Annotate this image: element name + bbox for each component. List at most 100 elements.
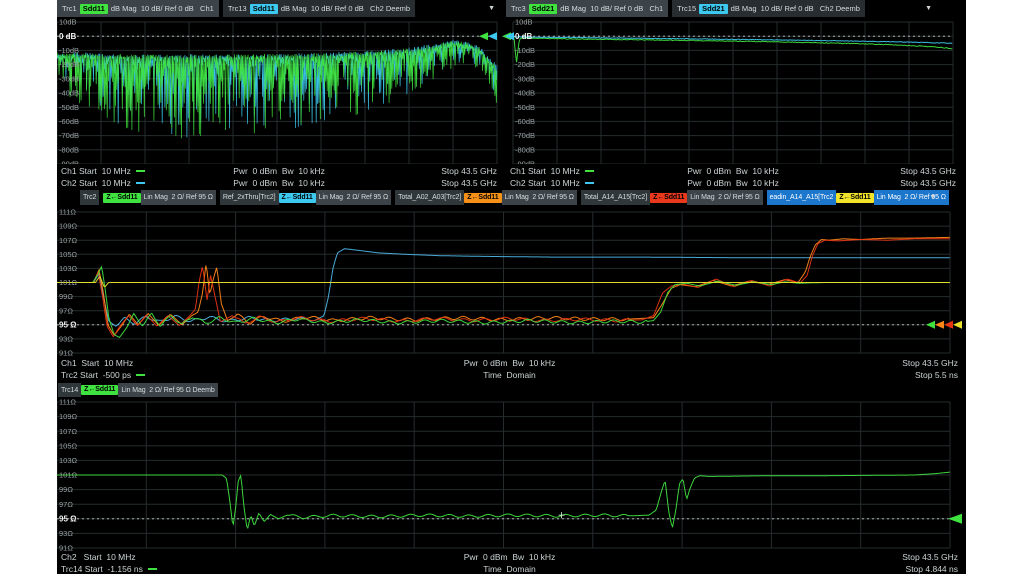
- svg-text:-30dB: -30dB: [59, 74, 79, 83]
- dropdown-arrow-icon[interactable]: ▼: [929, 194, 936, 201]
- trace-settings: dB Mag 10 dB/ Ref 0 dB Ch2 Deemb: [731, 4, 860, 13]
- trace-header-top-left: Trc1 Sdd11 dB Mag 10 dB/ Ref 0 dB Ch1 Tr…: [57, 0, 501, 17]
- trace-tab-deembedding-a14-a15-selected[interactable]: eadin_A14_A15[Trc2 Z←Sdd11 Lin Mag 2 Ω/ …: [767, 190, 949, 205]
- impedance-tdr-deembedded-plot[interactable]: 111Ω109Ω107Ω105Ω103Ω101Ω99Ω97Ω95 Ω93Ω91Ω: [57, 397, 966, 551]
- ch1-stop: Stop 43.5 GHz: [779, 166, 956, 176]
- trace-tab-ref-2xthru[interactable]: Ref_2xThru[Trc2] Z←Sdd11 Lin Mag 2 Ω/ Re…: [220, 190, 391, 205]
- ch1-power-bw: Pwr 0 dBm Bw 10 kHz: [233, 166, 325, 176]
- sdd11-frequency-plot[interactable]: 10dB0 dB-10dB-20dB-30dB-40dB-50dB-60dB-7…: [57, 17, 501, 164]
- trace-color-indicator: [136, 182, 145, 184]
- trace-param-chip: Z←Sdd11: [464, 193, 501, 203]
- trace-tab-total-a02-a03[interactable]: Total_A02_A03[Trc2] Z←Sdd11 Lin Mag 2 Ω/…: [395, 190, 577, 205]
- svg-text:0 dB: 0 dB: [515, 32, 533, 41]
- time-domain-label: Time Domain: [483, 564, 536, 574]
- trace-color-indicator: [136, 170, 145, 172]
- svg-text:-40dB: -40dB: [59, 89, 79, 98]
- svg-text:93Ω: 93Ω: [59, 335, 73, 344]
- trace-tab-trc15[interactable]: Trc15 Sdd21 dB Mag 10 dB/ Ref 0 dB Ch2 D…: [672, 0, 865, 17]
- ch2-power-bw: Pwr 0 dBm Bw 10 kHz: [464, 552, 556, 562]
- svg-text:109Ω: 109Ω: [59, 412, 78, 421]
- ch2-start: Ch2 Start 10 MHz: [61, 552, 136, 562]
- svg-text:-20dB: -20dB: [59, 60, 79, 69]
- trace-settings: Lin Mag 2 Ω/ Ref 95 Ω: [502, 190, 577, 205]
- svg-text:103Ω: 103Ω: [59, 456, 78, 465]
- sdd21-frequency-plot[interactable]: 10dB0 dB-10dB-20dB-30dB-40dB-50dB-60dB-7…: [500, 17, 966, 164]
- trace-settings: dB Mag 10 dB/ Ref 0 dB Ch1: [111, 4, 214, 13]
- trace-settings: Lin Mag 2 Ω/ Ref 95 Ω: [874, 190, 949, 205]
- ch2-stop: Stop 43.5 GHz: [325, 178, 497, 188]
- trace-param-chip: Z←Sdd11: [836, 193, 873, 203]
- trace-tab-trc1[interactable]: Trc1 Sdd11 dB Mag 10 dB/ Ref 0 dB Ch1: [57, 0, 219, 17]
- trace-color-indicator: [148, 568, 157, 570]
- ch2-stop: Stop 43.5 GHz: [779, 178, 956, 188]
- svg-text:111Ω: 111Ω: [59, 208, 76, 217]
- trace-param-chip: Sdd21: [699, 4, 728, 14]
- trace-header-middle: Trc2 Z←Sdd11 Lin Mag 2 Ω/ Ref 95 Ω Ref_2…: [57, 190, 966, 205]
- svg-text:99Ω: 99Ω: [59, 292, 73, 301]
- trace-color-indicator: [136, 374, 145, 376]
- svg-text:95 Ω: 95 Ω: [59, 514, 77, 523]
- trace-header-bottom: Trc14 Z←Sdd11 Lin Mag 2 Ω/ Ref 95 Ω Deem…: [57, 383, 966, 397]
- ch1-power-bw: Pwr 0 dBm Bw 10 kHz: [687, 166, 779, 176]
- channel-footer-bottom: Ch2 Start 10 MHz Pwr 0 dBm Bw 10 kHz Sto…: [57, 551, 962, 575]
- svg-text:97Ω: 97Ω: [59, 500, 73, 509]
- svg-text:-70dB: -70dB: [59, 131, 79, 140]
- memory-trace-name: eadin_A14_A15[Trc2: [767, 190, 837, 205]
- trace-param-chip: Sdd11: [80, 4, 108, 14]
- svg-text:99Ω: 99Ω: [59, 485, 73, 494]
- memory-trace-name: Total_A14_A15[Trc2]: [581, 190, 650, 205]
- ch1-start: Ch1 Start 10 MHz: [61, 166, 131, 176]
- impedance-tdr-plot[interactable]: 111Ω109Ω107Ω105Ω103Ω101Ω99Ω97Ω95 Ω93Ω91Ω: [57, 206, 966, 357]
- ch2-power-bw: Pwr 0 dBm Bw 10 kHz: [687, 178, 779, 188]
- svg-text:-30dB: -30dB: [515, 74, 535, 83]
- svg-text:107Ω: 107Ω: [59, 236, 78, 245]
- svg-text:-90dB: -90dB: [515, 160, 535, 164]
- svg-text:-90dB: -90dB: [59, 160, 79, 164]
- trace-color-indicator: [585, 182, 594, 184]
- trace-tab-trc13[interactable]: Trc13 Sdd11 dB Mag 10 dB/ Ref 0 dB Ch2 D…: [223, 0, 415, 17]
- trace-param-chip: Z←Sdd11: [279, 193, 316, 203]
- ch2-stop: Stop 43.5 GHz: [555, 552, 958, 562]
- svg-text:0 dB: 0 dB: [59, 32, 77, 41]
- trace-param-chip: Z←Sdd11: [81, 385, 118, 395]
- trace-tab-trc2-label[interactable]: Trc2: [80, 190, 99, 205]
- trc14-stop: Stop 4.844 ns: [536, 564, 958, 574]
- svg-text:91Ω: 91Ω: [59, 544, 73, 551]
- trace-tab-total-a14-a15[interactable]: Total_A14_A15[Trc2] Z←Sdd11 Lin Mag 2 Ω/…: [581, 190, 763, 205]
- time-domain-label: Time Domain: [483, 370, 536, 380]
- ch2-power-bw: Pwr 0 dBm Bw 10 kHz: [233, 178, 325, 188]
- svg-text:91Ω: 91Ω: [59, 349, 73, 357]
- trace-settings: dB Mag 10 dB/ Ref 0 dB Ch2 Deemb: [281, 4, 410, 13]
- svg-text:-80dB: -80dB: [59, 145, 79, 154]
- analyzer-display: Trc1 Sdd11 dB Mag 10 dB/ Ref 0 dB Ch1 Tr…: [57, 0, 966, 574]
- trace-tab-trc3[interactable]: Trc3 Sdd21 dB Mag 10 dB/ Ref 0 dB Ch1: [506, 0, 668, 17]
- dropdown-arrow-icon[interactable]: ▼: [488, 5, 495, 12]
- svg-text:10dB: 10dB: [59, 18, 77, 27]
- trace-param-chip: Z←Sdd11: [103, 193, 140, 203]
- dropdown-arrow-icon[interactable]: ▼: [925, 5, 932, 12]
- trace-tab-trc14[interactable]: Trc14 Z←Sdd11 Lin Mag 2 Ω/ Ref 95 Ω Deem…: [58, 383, 218, 397]
- trace-settings: Lin Mag 2 Ω/ Ref 95 Ω: [687, 190, 762, 205]
- svg-text:-50dB: -50dB: [59, 103, 79, 112]
- svg-text:-80dB: -80dB: [515, 145, 535, 154]
- trace-param-chip: Sdd21: [529, 4, 558, 14]
- trace-color-indicator: [585, 170, 594, 172]
- memory-trace-name: Ref_2xThru[Trc2]: [220, 190, 279, 205]
- trace-name: Trc2: [80, 190, 99, 205]
- svg-text:-10dB: -10dB: [515, 46, 535, 55]
- svg-text:-70dB: -70dB: [515, 131, 535, 140]
- ch1-stop: Stop 43.5 GHz: [325, 166, 497, 176]
- svg-text:101Ω: 101Ω: [59, 471, 78, 480]
- ch1-power-bw: Pwr 0 dBm Bw 10 kHz: [464, 358, 556, 368]
- trace-header-top-right: Trc3 Sdd21 dB Mag 10 dB/ Ref 0 dB Ch1 Tr…: [506, 0, 966, 17]
- ch2-start: Ch2 Start 10 MHz: [61, 178, 131, 188]
- svg-text:-60dB: -60dB: [59, 117, 79, 126]
- ch2-start: Ch2 Start 10 MHz: [510, 178, 580, 188]
- svg-text:-60dB: -60dB: [515, 117, 535, 126]
- svg-text:93Ω: 93Ω: [59, 529, 73, 538]
- trace-name: Trc1: [62, 4, 77, 13]
- trc14-start: Trc14 Start -1.156 ns: [61, 564, 143, 574]
- svg-text:109Ω: 109Ω: [59, 222, 78, 231]
- svg-text:105Ω: 105Ω: [59, 250, 78, 259]
- trace-tab-trc2[interactable]: Z←Sdd11 Lin Mag 2 Ω/ Ref 95 Ω: [103, 190, 216, 205]
